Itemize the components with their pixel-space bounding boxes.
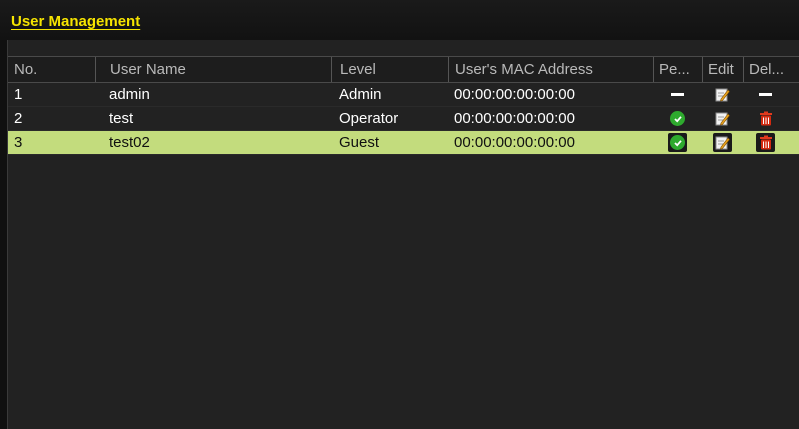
row-level: Operator: [339, 110, 399, 127]
row-user-name: test02: [109, 134, 150, 151]
row-mac-address: 00:00:00:00:00:00: [454, 134, 575, 151]
trash-icon[interactable]: [759, 135, 773, 150]
row-level: Admin: [339, 86, 382, 103]
row-number: 1: [14, 86, 23, 103]
trash-icon-frame: [756, 133, 775, 152]
user-management-window: User Management No. User Name Level User…: [0, 0, 799, 429]
dash-icon: [671, 93, 684, 96]
column-header-user-name[interactable]: User Name: [95, 57, 331, 82]
edit-cell: [702, 131, 743, 154]
check-icon-frame: [668, 133, 687, 152]
permission-cell: [653, 131, 702, 154]
edit-icon[interactable]: [715, 87, 730, 102]
row-number: 2: [14, 110, 23, 127]
table-row-selected[interactable]: 3 test02 Guest 00:00:00:00:00:00: [8, 131, 799, 155]
column-header-edit[interactable]: Edit: [702, 57, 743, 82]
row-user-name: admin: [109, 86, 150, 103]
table-row[interactable]: 1 admin Admin 00:00:00:00:00:00: [8, 83, 799, 107]
check-icon[interactable]: [670, 135, 685, 150]
dash-icon: [759, 93, 772, 96]
trash-icon[interactable]: [759, 111, 773, 126]
edit-icon[interactable]: [715, 135, 730, 150]
delete-cell: [743, 107, 788, 130]
row-mac-address: 00:00:00:00:00:00: [454, 86, 575, 103]
edit-cell: [702, 83, 743, 106]
edit-cell: [702, 107, 743, 130]
edit-icon[interactable]: [715, 111, 730, 126]
column-header-delete[interactable]: Del...: [743, 57, 788, 82]
row-user-name: test: [109, 110, 134, 127]
table-row[interactable]: 2 test Operator 00:00:00:00:00:00: [8, 107, 799, 131]
column-header-permission[interactable]: Pe...: [653, 57, 702, 82]
table-header: No. User Name Level User's MAC Address P…: [8, 56, 799, 83]
delete-cell: [743, 131, 788, 154]
permission-cell: [653, 83, 702, 106]
delete-cell: [743, 83, 788, 106]
column-header-level[interactable]: Level: [331, 57, 448, 82]
row-mac-address: 00:00:00:00:00:00: [454, 110, 575, 127]
edit-icon-frame: [713, 133, 732, 152]
row-level: Guest: [339, 134, 380, 151]
check-icon[interactable]: [670, 111, 685, 126]
user-table: No. User Name Level User's MAC Address P…: [8, 56, 799, 155]
column-header-no[interactable]: No.: [8, 57, 95, 82]
row-number: 3: [14, 134, 23, 151]
window-title: User Management: [11, 13, 141, 30]
permission-cell: [653, 107, 702, 130]
user-table-panel: No. User Name Level User's MAC Address P…: [7, 40, 799, 429]
title-bar: User Management: [0, 0, 799, 40]
column-header-mac-address[interactable]: User's MAC Address: [448, 57, 653, 82]
